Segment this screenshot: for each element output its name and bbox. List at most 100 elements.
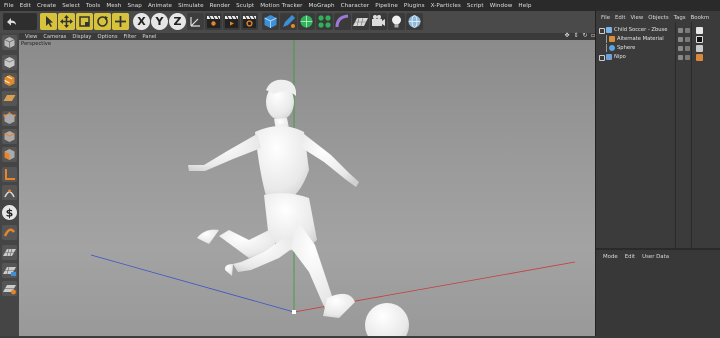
planar-workplane-button[interactable] [2,281,17,296]
viewport-menu-filter[interactable]: Filter [124,34,137,40]
menu-plugins[interactable]: Plugins [404,3,425,9]
material-tag-icon[interactable] [696,27,703,34]
menu-animate[interactable]: Animate [148,3,172,9]
menu-sculpt[interactable]: Sculpt [236,3,254,9]
material-tag-icon[interactable] [696,36,703,43]
am-menu-user-data[interactable]: User Data [642,254,669,260]
rotate-tool-button[interactable] [94,13,111,30]
viewport-menu-cameras[interactable]: Cameras [43,34,66,40]
make-editable-button[interactable] [2,35,17,50]
viewport-menu-options[interactable]: Options [98,34,118,40]
environment-button[interactable] [406,13,423,30]
deformer-button[interactable] [334,13,351,30]
visibility-dots-icon[interactable] [678,55,683,60]
om-menu-tags[interactable]: Tags [674,15,686,21]
visibility-dots-icon[interactable] [678,46,683,51]
menu-window[interactable]: Window [490,3,513,9]
render-settings-button[interactable] [241,13,258,30]
visibility-dots-icon[interactable] [678,37,683,42]
enable-check-icon[interactable] [685,46,690,51]
camera-button[interactable] [370,13,387,30]
menu-motion-tracker[interactable]: Motion Tracker [260,3,302,9]
perspective-viewport[interactable]: Perspective [19,40,595,336]
array-button[interactable] [316,13,333,30]
live-selection-button[interactable] [40,13,57,30]
spline-pen-button[interactable] [280,13,297,30]
menu-x-particles[interactable]: X-Particles [431,3,461,9]
points-mode-button[interactable] [2,111,17,126]
menu-render[interactable]: Render [210,3,231,9]
model-mode-button[interactable] [2,55,17,70]
menu-select[interactable]: Select [62,3,80,9]
attribute-manager-menubar: Mode Edit User Data [596,253,669,261]
menu-mograph[interactable]: MoGraph [309,3,335,9]
viewport-move-icon[interactable]: ✥ [564,33,570,39]
viewport-menu-view[interactable]: View [25,34,37,40]
menu-character[interactable]: Character [341,3,370,9]
axis-z-button[interactable]: Z [169,13,186,30]
object-row-alternate-material[interactable]: Alternate Material [596,35,720,43]
undo-button[interactable] [3,13,37,30]
om-menu-view[interactable]: View [630,15,643,21]
viewport-menu-panel[interactable]: Panel [142,34,156,40]
menu-file[interactable]: File [4,3,14,9]
workplane-mode-button[interactable] [2,91,17,106]
coordinate-system-button[interactable] [187,13,204,30]
viewport-menu-display[interactable]: Display [72,34,91,40]
menu-mesh[interactable]: Mesh [106,3,121,9]
enable-check-icon[interactable] [685,28,690,33]
edges-mode-button[interactable] [2,129,17,144]
scale-tool-button[interactable] [76,13,93,30]
am-menu-mode[interactable]: Mode [603,254,618,260]
menu-script[interactable]: Script [467,3,484,9]
enable-axis-button[interactable] [2,167,17,182]
solo-button[interactable] [2,225,17,240]
menu-create[interactable]: Create [37,3,56,9]
texture-tag-icon[interactable] [696,45,703,52]
grid-plane-icon [3,248,16,257]
object-row-sphere[interactable]: Sphere [596,44,720,52]
visibility-dots-icon[interactable] [678,28,683,33]
menu-snap[interactable]: Snap [127,3,141,9]
svg-text:$: $ [6,207,14,220]
viewport-rotate-icon[interactable]: ↻ [582,33,588,39]
cube-primitive-button[interactable] [262,13,279,30]
enable-check-icon[interactable] [685,37,690,42]
render-view-button[interactable] [205,13,222,30]
expand-minus-icon[interactable] [599,28,605,34]
om-menu-edit[interactable]: Edit [615,15,625,21]
snapping-button[interactable]: $ [2,205,17,220]
om-menu-objects[interactable]: Objects [648,15,668,21]
subdivision-surface-button[interactable] [298,13,315,30]
object-row-child-soccer[interactable]: Child Soccer - Zbuse [596,26,720,34]
axis-y-button[interactable]: Y [151,13,168,30]
floor-button[interactable] [352,13,369,30]
render-picture-viewer-button[interactable] [223,13,240,30]
object-row-nipo[interactable]: Nipo [596,53,720,61]
polygons-mode-button[interactable] [2,147,17,162]
menu-help[interactable]: Help [518,3,531,9]
axis-x-button[interactable]: X [133,13,150,30]
texture-checker-icon [4,75,15,86]
menu-pipeline[interactable]: Pipeline [375,3,398,9]
axis-y-label: Y [155,15,164,28]
phong-tag-icon[interactable] [696,54,703,61]
workplane-lock-button[interactable] [2,245,17,260]
om-menu-file[interactable]: File [601,15,610,21]
texture-mode-button[interactable] [2,73,17,88]
om-menu-bookmarks[interactable]: Bookm [691,15,710,21]
menu-tools[interactable]: Tools [86,3,100,9]
locked-workplane-button[interactable] [2,263,17,278]
move-tool-button[interactable] [58,13,75,30]
menu-edit[interactable]: Edit [20,3,31,9]
tweak-mode-button[interactable] [2,185,17,200]
transform-tool-button[interactable] [112,13,129,30]
enable-check-icon[interactable] [685,55,690,60]
solo-icon [3,228,15,237]
light-button[interactable] [388,13,405,30]
menu-simulate[interactable]: Simulate [178,3,204,9]
polygons-cube-icon [4,149,15,160]
expand-plus-icon[interactable] [599,55,605,61]
viewport-zoom-icon[interactable]: ⇕ [573,33,579,39]
am-menu-edit[interactable]: Edit [625,254,635,260]
